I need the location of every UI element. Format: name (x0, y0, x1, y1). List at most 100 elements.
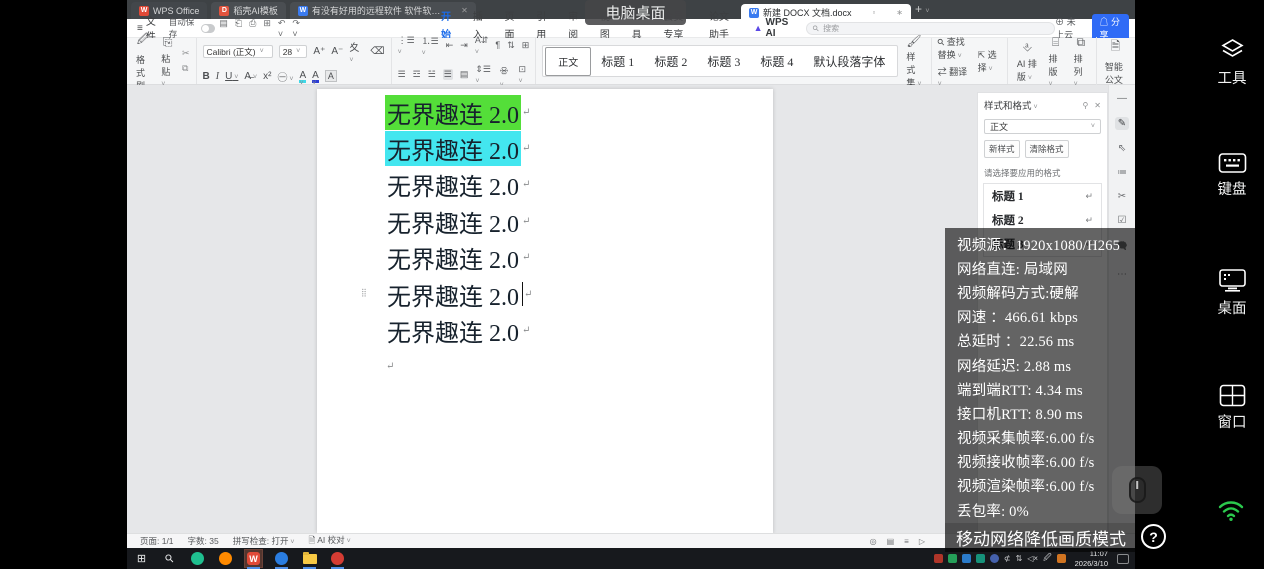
shrink-font-icon[interactable]: A⁻ (331, 46, 343, 57)
tray-icon[interactable] (962, 554, 971, 563)
tray-pen-icon[interactable]: 🖉 (1043, 552, 1052, 566)
app-music-icon[interactable] (329, 550, 346, 567)
help-button[interactable]: ? (1141, 524, 1166, 549)
phonetic-guide-icon[interactable]: ㊀ (277, 69, 293, 84)
undo-icon[interactable]: ↶ ˅ (278, 18, 286, 39)
align-left-icon[interactable]: ☰ (398, 69, 406, 80)
save-icon[interactable]: ▤ (219, 18, 228, 39)
doc-line-with-cursor[interactable]: ⣿ 无界趣连 2.0↵ (385, 276, 773, 312)
tray-icon[interactable] (990, 554, 999, 563)
empty-paragraph[interactable]: ↵ (385, 349, 773, 385)
paste-button[interactable]: ⎘ 粘贴 (158, 35, 177, 88)
style-gallery-item[interactable]: 标题 3 (697, 53, 750, 70)
numbered-list-icon[interactable]: ⒈☰ (422, 34, 439, 57)
panel-title[interactable]: 样式和格式 (984, 98, 1038, 112)
tray-icon[interactable] (948, 554, 957, 563)
autosave-toggle[interactable] (201, 24, 216, 33)
decrease-indent-icon[interactable]: ⇤ (446, 40, 454, 51)
preview-icon[interactable]: ⊞ (263, 18, 271, 39)
increase-indent-icon[interactable]: ⇥ (460, 40, 468, 51)
show-marks-icon[interactable]: ⊞ (522, 40, 530, 51)
print-icon[interactable]: ⎙ (249, 18, 256, 39)
highlight-color-button[interactable]: A (299, 70, 306, 83)
doc-line[interactable]: 无界趣连 2.0↵ (385, 130, 773, 166)
sidebar-item-keyboard[interactable]: 键盘 (1200, 152, 1264, 199)
align-right-icon[interactable]: ☱ (428, 69, 436, 80)
start-button[interactable]: ⊞ (133, 550, 150, 567)
style-gallery-item[interactable]: 标题 2 (644, 53, 697, 70)
tab-close-icon[interactable]: ∗ (896, 8, 903, 17)
text-effects-icon[interactable]: 夊 (349, 39, 364, 65)
sort-icon[interactable]: ⇅ (507, 40, 515, 51)
underline-button[interactable]: U (225, 71, 238, 82)
clear-format-button[interactable]: 清除格式 (1025, 140, 1069, 158)
page-view-icon[interactable]: ▤ (887, 537, 895, 546)
bold-button[interactable]: B (203, 71, 210, 82)
doc-line[interactable]: 无界趣连 2.0↵ (385, 167, 773, 203)
close-icon[interactable]: ✕ (1094, 101, 1101, 110)
sidebar-item-tools[interactable]: 工具 (1200, 36, 1264, 88)
adjust-sliders-icon[interactable]: ≔ (1117, 167, 1127, 178)
ai-proofread[interactable]: 🗎 AI 校对 (309, 534, 351, 549)
cut-icon[interactable]: ✂ (182, 48, 190, 59)
collapse-icon[interactable]: — (1117, 93, 1127, 104)
app-todesk-icon[interactable] (217, 550, 234, 567)
arrange-button[interactable]: ⧉ 排列 (1071, 35, 1091, 88)
tray-network-icon[interactable]: ⇅ (1016, 554, 1023, 563)
touch-keyboard-icon[interactable] (1117, 554, 1129, 564)
doc-line[interactable]: 无界趣连 2.0↵ (385, 94, 773, 130)
doc-line[interactable]: 无界趣连 2.0↵ (385, 203, 773, 239)
doc-line[interactable]: 无界趣连 2.0↵ (385, 240, 773, 276)
grow-font-icon[interactable]: A⁺ (313, 46, 325, 57)
find-replace-button[interactable]: ⚲ 查找替换 (938, 35, 973, 61)
select-arrow-icon[interactable]: ⇖ (1118, 143, 1126, 154)
checkbox-tool-icon[interactable]: ☑ (1118, 215, 1127, 226)
app-media-player-icon[interactable] (273, 550, 290, 567)
italic-button[interactable]: I (216, 71, 219, 82)
app-sunlogin-icon[interactable] (189, 550, 206, 567)
font-name-select[interactable]: Calibri (正文) (203, 45, 273, 58)
output-icon[interactable]: ⎗ (235, 18, 242, 39)
layout-button[interactable]: ⌸ 排版 (1046, 35, 1066, 88)
wps-ai-button[interactable]: ▲ WPS AI (746, 17, 801, 39)
superscript-button[interactable]: x² (263, 71, 271, 82)
new-tab-button[interactable]: + ˅ (915, 2, 929, 16)
pin-icon[interactable]: ⚲ (1082, 101, 1088, 110)
new-style-button[interactable]: 新样式 (984, 140, 1020, 158)
smart-doc-button[interactable]: 🗎 智能公文 (1096, 37, 1129, 86)
style-gallery-item[interactable]: 标题 1 (591, 53, 644, 70)
distribute-icon[interactable]: ▤ (460, 69, 469, 80)
format-painter-button[interactable]: 🖉 格式刷 (133, 30, 153, 92)
wifi-signal-icon[interactable] (1216, 498, 1246, 527)
current-style-select[interactable]: 正文˅ (984, 119, 1101, 134)
tab-docer-ai[interactable]: D 稻壳AI模板 (211, 2, 286, 19)
paragraph-mark-icon[interactable]: ¶ (495, 40, 500, 50)
chevron-down-icon[interactable]: ˅ (925, 8, 929, 15)
redo-icon[interactable]: ↷ ˅ (292, 18, 300, 39)
word-count[interactable]: 字数: 35 (188, 535, 219, 547)
style-list-item[interactable]: 标题 1 ↵ (984, 184, 1101, 208)
app-wps-icon[interactable]: W (245, 550, 262, 567)
taskbar-search-icon[interactable]: ⚲ (157, 546, 181, 569)
spell-check[interactable]: 拼写检查: 打开 (233, 535, 295, 547)
line-spacing-icon[interactable]: ⇕☰ (475, 64, 492, 85)
text-direction-icon[interactable]: A⇵ (475, 35, 489, 56)
bullet-list-icon[interactable]: ⋮☰ (398, 35, 415, 56)
font-size-select[interactable]: 28 (279, 45, 308, 58)
justify-icon[interactable]: ☰ (443, 69, 453, 80)
drag-handle-icon[interactable]: ⣿ (361, 288, 366, 297)
document-page[interactable]: 无界趣连 2.0↵ 无界趣连 2.0↵ 无界趣连 2.0↵ 无界趣连 2.0↵ … (317, 89, 773, 533)
sidebar-item-desktop[interactable]: 桌面 (1200, 268, 1264, 318)
sidebar-item-windows[interactable]: 窗口 (1200, 384, 1264, 432)
tray-usb-icon[interactable]: ⊄ (1004, 554, 1011, 563)
strikethrough-icon[interactable]: A̶ (244, 71, 257, 82)
character-shading-button[interactable]: A (325, 70, 337, 82)
ai-layout-button[interactable]: ⎀ AI 排版 (1014, 40, 1041, 83)
virtual-mouse-button[interactable] (1112, 466, 1162, 514)
style-gallery-item[interactable]: 默认段落字体 (803, 53, 895, 70)
file-explorer-icon[interactable] (301, 550, 318, 567)
search-input[interactable]: ⚲ 搜索 (806, 22, 1055, 35)
select-button[interactable]: ⇱ 选择 (978, 48, 1001, 74)
tab-pin-icon[interactable]: ▫ (872, 8, 875, 17)
view-mode-icon[interactable]: ◎ (870, 537, 877, 546)
